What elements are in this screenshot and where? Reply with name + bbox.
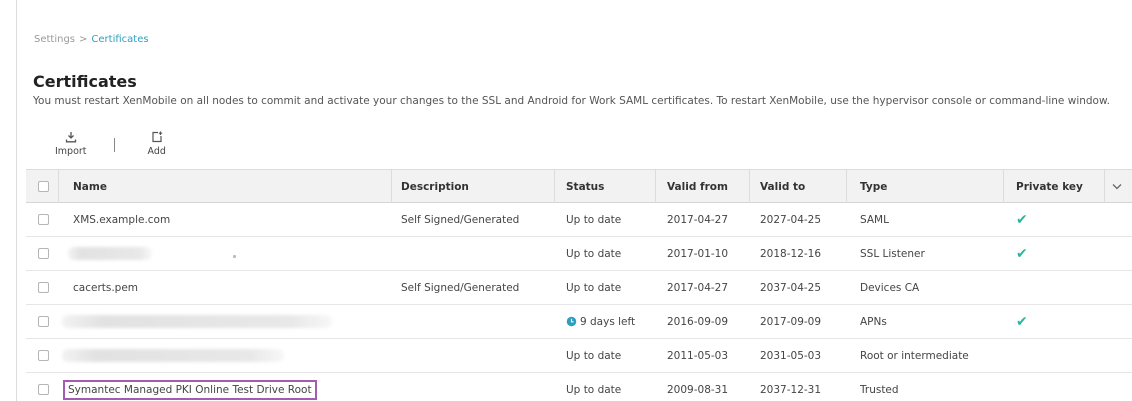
cell-valid-to: 2017-09-09 — [760, 315, 822, 328]
add-label: Add — [147, 146, 166, 157]
column-header-description[interactable]: Description — [401, 170, 469, 203]
page-title: Certificates — [33, 72, 137, 91]
cell-name[interactable]: XMS.example.com — [73, 203, 170, 236]
table-header-row: Name Description Status Valid from Valid… — [26, 169, 1132, 203]
breadcrumb-separator: > — [79, 34, 88, 45]
add-document-icon — [151, 131, 163, 143]
cell-status: Up to date — [566, 383, 622, 396]
status-text: 9 days left — [580, 315, 636, 328]
cell-valid-from: 2017-04-27 — [667, 213, 729, 226]
cell-status: Up to date — [566, 349, 622, 362]
row-checkbox[interactable] — [38, 384, 49, 395]
private-key-check-icon: ✔ — [1016, 211, 1028, 228]
page-description: You must restart XenMobile on all nodes … — [33, 95, 1110, 107]
table-row[interactable]: Up to date 2011-05-03 2031-05-03 Root or… — [26, 339, 1132, 373]
breadcrumb: Settings > Certificates — [34, 34, 149, 45]
chevron-down-icon — [1112, 184, 1122, 190]
import-icon — [65, 131, 77, 143]
cell-valid-to: 2037-12-31 — [760, 383, 822, 396]
cell-valid-to: 2018-12-16 — [760, 247, 822, 260]
cell-type: Devices CA — [860, 281, 920, 294]
left-border — [16, 0, 17, 401]
cell-type: SSL Listener — [860, 247, 925, 260]
column-header-valid-from[interactable]: Valid from — [667, 170, 728, 203]
breadcrumb-current[interactable]: Certificates — [91, 34, 148, 45]
toolbar-divider — [113, 138, 115, 152]
redaction-artifact — [233, 240, 236, 273]
row-checkbox[interactable] — [38, 214, 49, 225]
column-header-private-key[interactable]: Private key — [1016, 170, 1083, 203]
cell-name-highlighted[interactable]: Symantec Managed PKI Online Test Drive R… — [63, 379, 317, 400]
row-checkbox[interactable] — [38, 316, 49, 327]
row-checkbox[interactable] — [38, 282, 49, 293]
cell-name-redacted — [68, 237, 152, 270]
private-key-check-icon: ✔ — [1016, 245, 1028, 262]
cell-status: Up to date — [566, 281, 622, 294]
column-header-status[interactable]: Status — [566, 170, 604, 203]
import-button[interactable]: Import — [55, 131, 87, 157]
clock-icon — [566, 316, 577, 327]
column-header-name[interactable]: Name — [73, 170, 107, 203]
table-row[interactable]: Symantec Managed PKI Online Test Drive R… — [26, 373, 1132, 401]
column-chooser-button[interactable] — [1112, 170, 1122, 203]
cell-valid-from: 2016-09-09 — [667, 315, 729, 328]
cell-type: Trusted — [860, 383, 899, 396]
column-header-type[interactable]: Type — [860, 170, 887, 203]
row-checkbox[interactable] — [38, 248, 49, 259]
cell-name[interactable]: cacerts.pem — [73, 271, 138, 304]
table-row[interactable]: XMS.example.com Self Signed/Generated Up… — [26, 203, 1132, 237]
import-label: Import — [55, 146, 87, 157]
cell-valid-to: 2031-05-03 — [760, 349, 822, 362]
cell-valid-to: 2037-04-25 — [760, 281, 822, 294]
cell-name-redacted — [62, 305, 332, 338]
row-checkbox[interactable] — [38, 350, 49, 361]
cell-status: Up to date — [566, 213, 622, 226]
cell-description: Self Signed/Generated — [401, 213, 520, 226]
cell-type: Root or intermediate — [860, 349, 969, 362]
cell-name-redacted — [62, 339, 284, 372]
table-row[interactable]: Up to date 2017-01-10 2018-12-16 SSL Lis… — [26, 237, 1132, 271]
select-all-checkbox[interactable] — [38, 181, 49, 192]
private-key-check-icon: ✔ — [1016, 313, 1028, 330]
table-row[interactable]: 9 days left 2016-09-09 2017-09-09 APNs ✔ — [26, 305, 1132, 339]
cell-valid-from: 2017-01-10 — [667, 247, 729, 260]
cell-status: Up to date — [566, 247, 622, 260]
cell-valid-from: 2017-04-27 — [667, 281, 729, 294]
cell-status-warning: 9 days left — [566, 305, 635, 338]
breadcrumb-settings-link[interactable]: Settings — [34, 34, 75, 45]
column-header-valid-to[interactable]: Valid to — [760, 170, 805, 203]
cell-description: Self Signed/Generated — [401, 281, 520, 294]
cell-valid-from: 2011-05-03 — [667, 349, 729, 362]
add-button[interactable]: Add — [148, 131, 166, 157]
toolbar: Import Add — [55, 131, 166, 161]
cell-type: SAML — [860, 213, 889, 226]
cell-valid-to: 2027-04-25 — [760, 213, 822, 226]
table-row[interactable]: cacerts.pem Self Signed/Generated Up to … — [26, 271, 1132, 305]
cell-valid-from: 2009-08-31 — [667, 383, 729, 396]
cell-type: APNs — [860, 315, 887, 328]
